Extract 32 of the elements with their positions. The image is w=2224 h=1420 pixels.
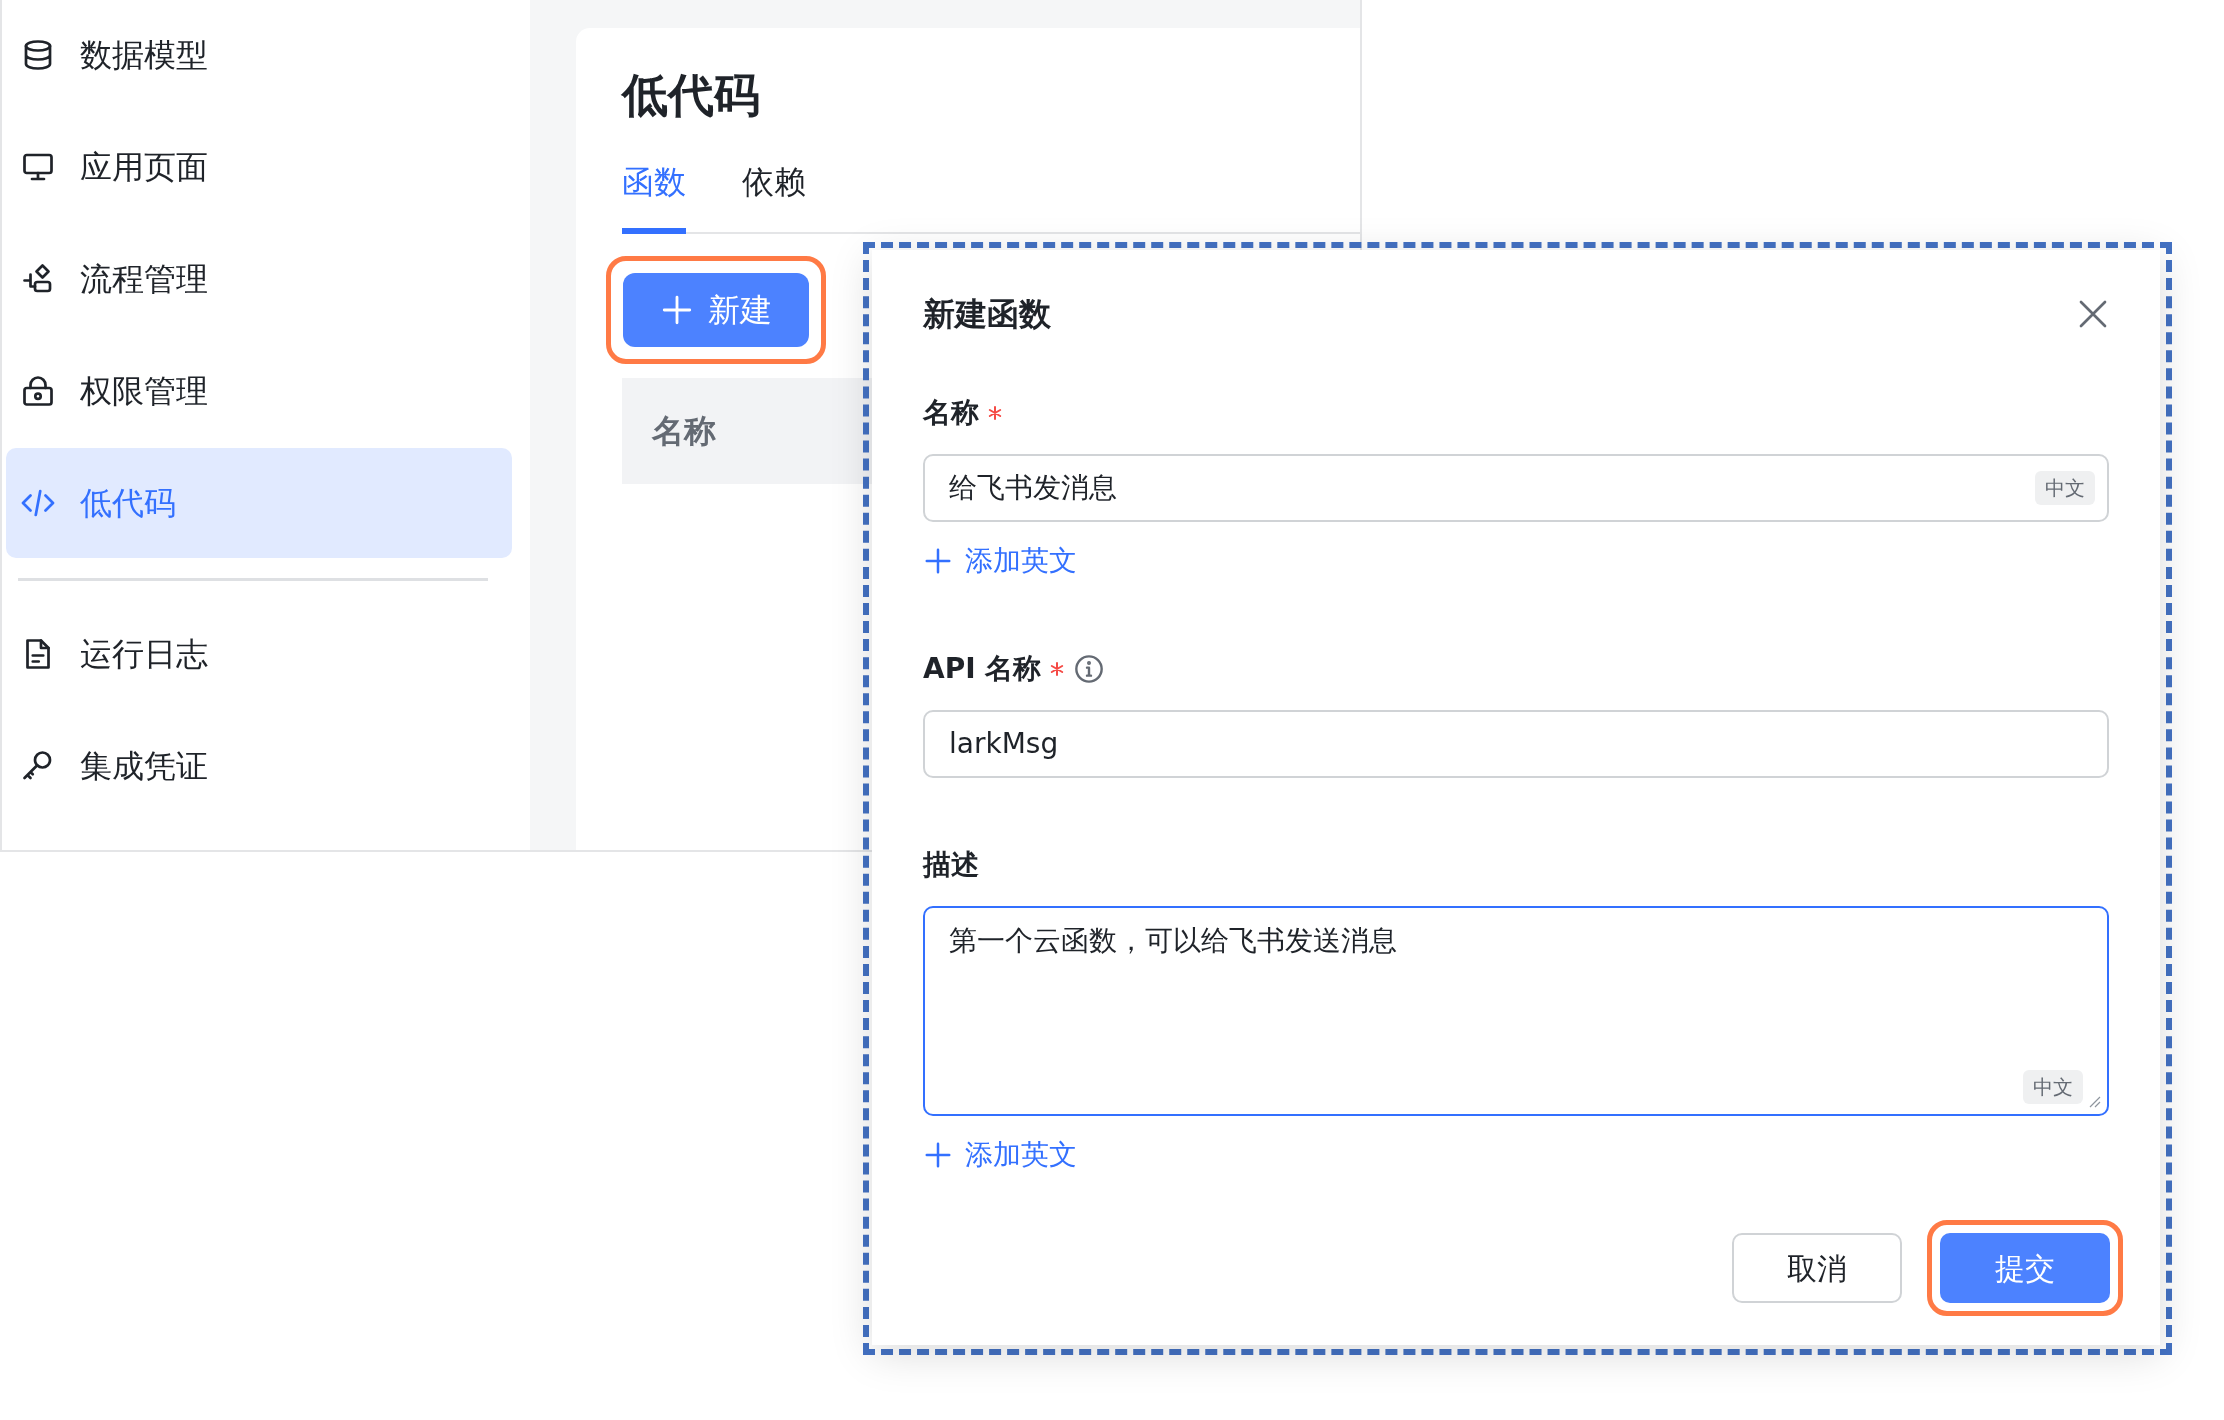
language-tag: 中文 (2035, 471, 2095, 505)
lock-icon (20, 373, 56, 409)
textarea-value: 第一个云函数，可以给飞书发送消息 (949, 924, 1397, 957)
plus-icon (923, 546, 953, 576)
sidebar-item[interactable]: 流程管理 (6, 224, 512, 334)
page-title: 低代码 (622, 72, 761, 118)
text-input[interactable]: 给飞书发消息 中文 (923, 454, 2109, 522)
plus-icon (923, 1140, 953, 1170)
tab[interactable]: 函数 (622, 158, 686, 234)
field-label: 描述 (923, 847, 979, 883)
field-label: 名称 (923, 395, 979, 431)
new-button[interactable]: 新建 (623, 273, 809, 347)
resize-handle-icon[interactable] (2087, 1094, 2101, 1108)
plus-icon (660, 293, 694, 327)
sidebar-item[interactable]: 低代码 (6, 448, 512, 558)
cancel-button[interactable]: 取消 (1732, 1233, 1902, 1303)
submit-button[interactable]: 提交 (1940, 1233, 2110, 1303)
add-english-link[interactable]: 添加英文 (923, 540, 1077, 582)
sidebar-item[interactable]: 集成凭证 (6, 711, 512, 821)
add-english-link[interactable]: 添加英文 (923, 1134, 1077, 1176)
column-header: 名称 (652, 411, 716, 452)
dialog-title: 新建函数 (923, 294, 1051, 335)
tab[interactable]: 依赖 (742, 158, 806, 234)
info-icon[interactable] (1073, 653, 1106, 685)
sidebar-item[interactable]: 数据模型 (6, 0, 512, 110)
language-tag: 中文 (2023, 1070, 2083, 1104)
text-input[interactable]: larkMsg (923, 710, 2109, 778)
sidebar-item[interactable]: 权限管理 (6, 336, 512, 446)
field-label: API 名称 (923, 651, 1042, 687)
description-textarea[interactable]: 第一个云函数，可以给飞书发送消息 中文 (923, 906, 2109, 1116)
sidebar-item[interactable]: 运行日志 (6, 599, 512, 709)
sidebar-item[interactable]: 应用页面 (6, 112, 512, 222)
